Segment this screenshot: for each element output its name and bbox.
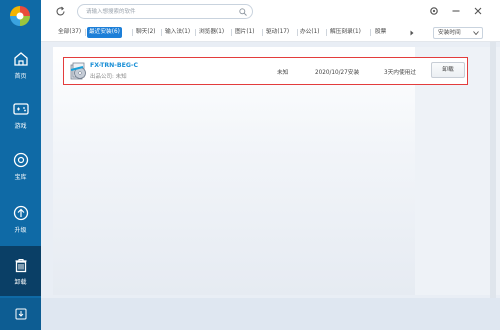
refresh-icon[interactable] xyxy=(55,6,66,17)
tab-divider xyxy=(132,29,133,36)
sidebar-item-games[interactable]: 游戏 xyxy=(0,92,41,138)
sidebar-item-label: 游戏 xyxy=(14,123,27,130)
tab-divider xyxy=(195,29,196,36)
bottom-bar xyxy=(41,298,500,330)
sidebar-item-upgrade[interactable]: 升级 xyxy=(0,196,41,242)
search-icon[interactable] xyxy=(239,8,247,16)
uninstall-button[interactable]: 卸载 xyxy=(431,62,465,78)
sort-dropdown[interactable]: 安装时间 xyxy=(433,27,483,39)
search-input[interactable] xyxy=(86,7,236,16)
vertical-scrollbar[interactable] xyxy=(490,42,496,298)
app-name: FX-TRN-BEG-C xyxy=(90,62,139,69)
sidebar-item-label: 卸载 xyxy=(14,279,27,286)
tab-divider xyxy=(326,29,327,36)
close-icon[interactable] xyxy=(473,6,483,16)
tab-divider xyxy=(297,29,298,36)
tab-divider xyxy=(262,29,263,36)
category-tabs: 全部(37) 最近安装(6) 聊天(2) 输入法(1) 浏览器(1) 图片(1)… xyxy=(41,24,500,42)
app-publisher: 出品公司: 未知 xyxy=(90,74,127,80)
tab-archive-burn[interactable]: 解压刻录(1) xyxy=(330,27,361,38)
tab-browser[interactable]: 浏览器(1) xyxy=(199,27,224,38)
tab-all[interactable]: 全部(37) xyxy=(58,27,81,38)
sidebar-item-treasure[interactable]: 宝库 xyxy=(0,143,41,189)
app-size: 未知 xyxy=(277,70,289,76)
tab-input-method[interactable]: 输入法(1) xyxy=(165,27,190,38)
sidebar-item-label: 宝库 xyxy=(14,174,27,181)
usage-frequency: 3天内使用过 xyxy=(384,70,417,76)
minimize-icon[interactable] xyxy=(451,6,461,16)
sidebar: 首页 游戏 宝库 升级 卸载 xyxy=(0,0,41,330)
tab-drivers[interactable]: 驱动(17) xyxy=(266,27,289,38)
settings-icon[interactable] xyxy=(429,6,439,16)
gamepad-icon xyxy=(12,103,29,115)
treasure-icon xyxy=(13,152,28,168)
tab-divider xyxy=(231,29,232,36)
tab-divider xyxy=(85,29,86,36)
tab-divider xyxy=(370,29,371,36)
tab-stocks[interactable]: 股票 xyxy=(375,27,386,38)
trash-icon xyxy=(15,258,26,273)
download-manager-button[interactable] xyxy=(0,298,41,330)
app-logo-icon xyxy=(10,6,30,26)
home-icon xyxy=(13,52,28,66)
download-icon xyxy=(15,308,26,320)
sidebar-item-home[interactable]: 首页 xyxy=(0,42,41,88)
sidebar-item-label: 首页 xyxy=(14,73,27,80)
sort-label: 安装时间 xyxy=(438,30,461,36)
chevron-down-icon xyxy=(473,31,479,35)
sidebar-item-uninstall[interactable]: 卸载 xyxy=(0,246,41,296)
search-box xyxy=(77,4,253,19)
installer-package-icon xyxy=(70,62,86,80)
install-date: 2020/10/27安装 xyxy=(315,70,360,76)
tab-recent[interactable]: 最近安装(6) xyxy=(87,27,122,38)
sidebar-item-label: 升级 xyxy=(14,227,27,234)
list-item[interactable]: FX-TRN-BEG-C 出品公司: 未知 未知 2020/10/27安装 3天… xyxy=(63,57,468,85)
top-bar xyxy=(41,0,500,24)
tab-images[interactable]: 图片(1) xyxy=(235,27,254,38)
tab-office[interactable]: 办公(1) xyxy=(300,27,319,38)
tab-chat[interactable]: 聊天(2) xyxy=(136,27,155,38)
upgrade-icon xyxy=(13,205,28,221)
tabs-scroll-right-icon[interactable] xyxy=(408,29,416,37)
tab-divider xyxy=(161,29,162,36)
